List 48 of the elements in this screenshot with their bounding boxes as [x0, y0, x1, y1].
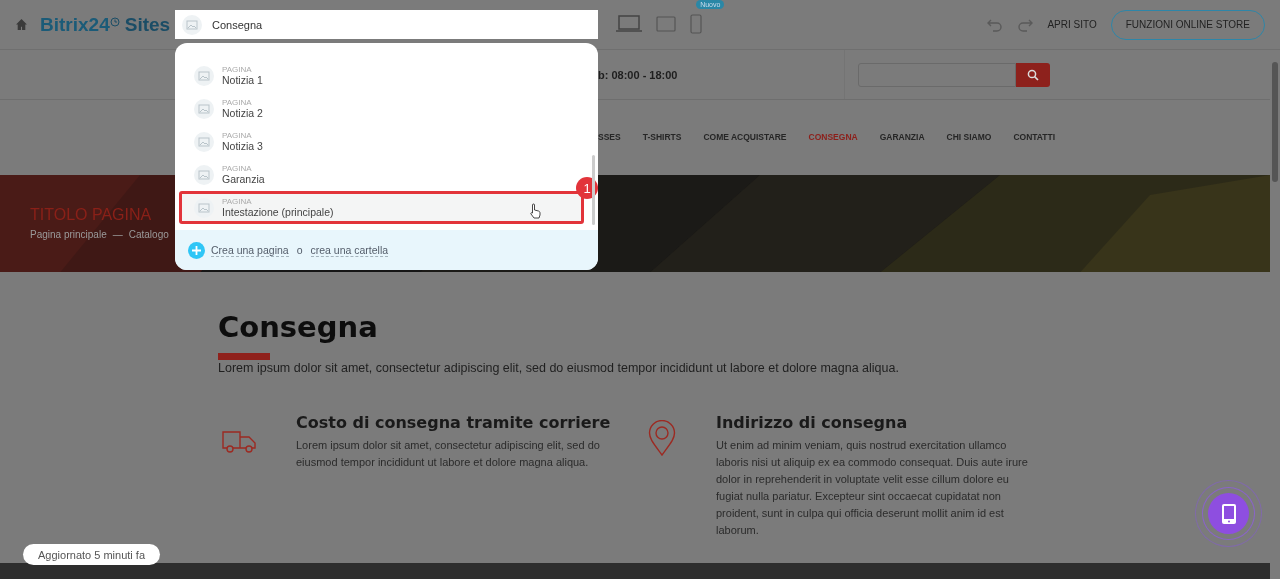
phone-icon[interactable] [690, 13, 703, 34]
search-button[interactable] [1016, 62, 1050, 87]
search-icon [1027, 68, 1039, 81]
page-option[interactable]: PAGINA Intestazione (principale) [179, 191, 584, 224]
nav-link[interactable]: CONTATTI [1013, 132, 1056, 143]
feature-title: Indirizzo di consegna [716, 413, 909, 433]
heading-underline [218, 353, 270, 361]
breadcrumb-link[interactable]: Pagina principale [30, 228, 107, 240]
store-features-button[interactable]: FUNZIONI ONLINE STORE [1110, 9, 1265, 40]
create-page-link[interactable]: Crea una pagina [211, 243, 289, 257]
add-icon[interactable] [188, 241, 205, 259]
section-heading: Consegna [218, 310, 379, 345]
opening-hours: b: 08:00 - 18:00 [598, 68, 679, 81]
phone-icon [1221, 503, 1236, 524]
tablet-icon[interactable] [656, 15, 677, 32]
page-option[interactable]: PAGINA Notizia 1 [179, 59, 584, 92]
nav-link[interactable]: SSES [598, 132, 621, 143]
intro-text: Lorem ipsum dolor sit amet, consectetur adipiscing elit, sed do eiusmod tempor incididunt ut labore et dolore magna aliqua. [218, 361, 900, 376]
nav-link[interactable]: T-SHIRTS [642, 132, 682, 143]
laptop-icon[interactable] [616, 14, 643, 33]
image-icon [194, 164, 214, 185]
separator-text: o [296, 244, 303, 256]
breadcrumb-separator: — [112, 228, 123, 240]
undo-icon[interactable] [987, 17, 1004, 32]
nav-link[interactable]: GARANZIA [879, 132, 925, 143]
location-pin-icon [648, 420, 676, 457]
nav-link[interactable]: CHI SIAMO [946, 132, 992, 143]
image-icon [194, 131, 214, 152]
image-icon [194, 98, 214, 119]
status-pill: Aggiornato 5 minuti fa [23, 544, 160, 565]
create-folder-link[interactable]: crea una cartella [310, 243, 389, 257]
home-icon[interactable] [15, 18, 28, 31]
page-option[interactable]: PAGINA Notizia 2 [179, 92, 584, 125]
image-icon [194, 65, 214, 86]
image-icon [194, 197, 214, 218]
open-site-link[interactable]: APRI SITO [1047, 19, 1097, 30]
nav-link[interactable]: COME ACQUISTARE [703, 132, 787, 143]
hand-cursor-icon [529, 203, 541, 219]
image-icon [182, 14, 202, 35]
feature-text: Lorem ipsum dolor sit amet, consectetur adipiscing elit, sed do eiusmod tempor incididunt ut labore et dolore magna aliqua. [296, 438, 601, 471]
page-title: TITOLO PAGINA [30, 205, 152, 224]
feature-text: Ut enim ad minim veniam, quis nostrud exercitation ullamco laboris nisi ut aliquip ex ea commodo consequat. Duis aute irure dolor in reprehenderit in voluptate velit esse cillum dolore eu fugiat nulla pariatur. Excepteur sint occaecat cupidatat non proident, sunt in culpa qui officia deserunt mollit anim id est laborum. [716, 438, 1029, 539]
redo-icon[interactable] [1017, 17, 1034, 32]
feature-title: Costo di consegna tramite corriere [296, 413, 612, 433]
page-select-field[interactable]: Consegna [175, 10, 598, 39]
search-field[interactable] [858, 62, 1016, 87]
page-option[interactable]: PAGINA Notizia 3 [179, 125, 584, 158]
breadcrumb-link[interactable]: Catalogo [128, 228, 169, 240]
